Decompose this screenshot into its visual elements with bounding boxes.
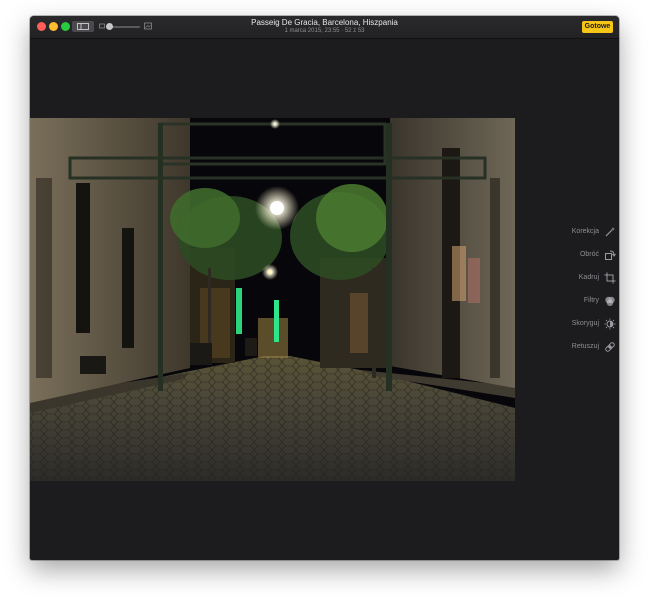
- tool-label: Retuszuj: [571, 343, 599, 350]
- magic-wand-icon: [605, 226, 615, 236]
- rotate-icon: [605, 250, 616, 260]
- tool-label: Kadruj: [578, 274, 599, 281]
- crop-icon: [604, 272, 616, 283]
- fullscreen-window-button[interactable]: [61, 22, 70, 31]
- adjust-icon: [604, 318, 616, 329]
- photo-title: Passeig De Gracia, Barcelona, Hiszpania: [251, 18, 398, 27]
- tool-rotate[interactable]: Obróć: [550, 243, 616, 266]
- zoom-out-icon[interactable]: [99, 23, 105, 29]
- window-title-block: Passeig De Gracia, Barcelona, Hiszpania …: [180, 18, 469, 35]
- sidebar-toggle-button[interactable]: [72, 21, 94, 32]
- street-photo: [30, 118, 515, 481]
- close-window-button[interactable]: [37, 22, 46, 31]
- tool-label: Filtry: [583, 297, 599, 304]
- filters-icon: [605, 296, 615, 306]
- tool-enhance[interactable]: Korekcja: [550, 220, 616, 243]
- minimize-window-button[interactable]: [49, 22, 58, 31]
- tool-adjust[interactable]: Skoryguj: [550, 312, 616, 335]
- tool-retouch[interactable]: Retuszuj: [550, 335, 616, 358]
- photo-subtitle: 1 marca 2015, 23:55 · 52 z 53: [284, 28, 365, 34]
- bandage-icon: [605, 341, 615, 352]
- zoom-in-icon[interactable]: [144, 22, 152, 30]
- tool-label: Obróć: [579, 251, 599, 258]
- tool-filters[interactable]: Filtry: [550, 289, 616, 312]
- title-bar: Passeig De Gracia, Barcelona, Hiszpania …: [30, 16, 619, 39]
- done-button[interactable]: Gotowe: [582, 21, 613, 33]
- tool-label: Korekcja: [571, 228, 599, 235]
- edit-tools-panel: Korekcja Obróć Kadruj Filtry Skoryguj Re…: [550, 220, 616, 358]
- sidebar-toggle-icon: [77, 23, 89, 30]
- photos-edit-window: Passeig De Gracia, Barcelona, Hiszpania …: [30, 16, 619, 560]
- tool-crop[interactable]: Kadruj: [550, 266, 616, 289]
- photo-canvas[interactable]: [30, 118, 515, 481]
- tool-label: Skoryguj: [571, 320, 599, 327]
- zoom-slider-knob[interactable]: [106, 23, 114, 30]
